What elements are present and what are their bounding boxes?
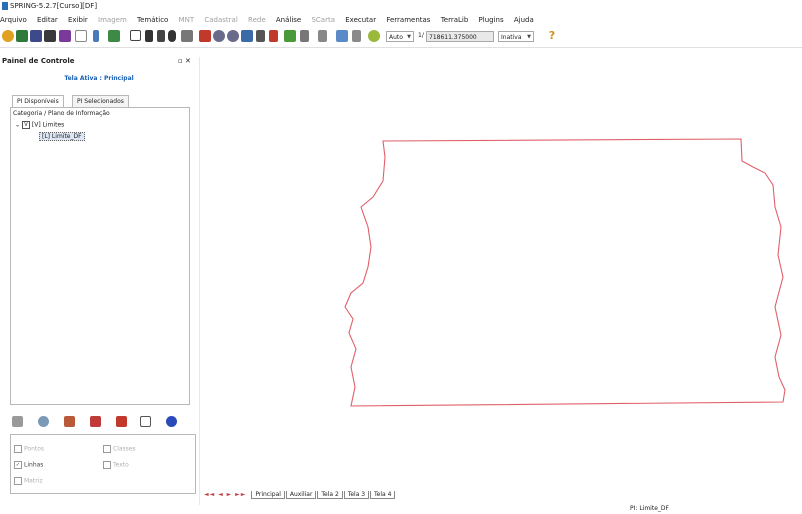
table-icon[interactable] — [140, 416, 151, 427]
chevron-down-icon: ▼ — [407, 34, 411, 40]
mode-value: Auto — [389, 34, 403, 41]
checkbox-matriz[interactable]: Matriz — [14, 477, 43, 485]
app-icon — [2, 2, 8, 10]
chevron-down-icon: ▼ — [527, 34, 531, 40]
menu-imagem[interactable]: Imagem — [98, 16, 127, 24]
active-screen-label: Tela Ativa : Principal — [64, 75, 134, 82]
info-icon[interactable] — [93, 30, 99, 42]
zoom-fit-icon[interactable] — [241, 30, 253, 42]
tab-principal[interactable]: Principal — [251, 491, 285, 499]
menu-arquivo[interactable]: Arquivo — [0, 16, 27, 24]
zoom-out-icon[interactable] — [227, 30, 239, 42]
zoom-icon[interactable] — [38, 416, 49, 427]
draw-icon[interactable] — [199, 30, 211, 42]
tab-tela-4[interactable]: Tela 4 — [370, 491, 396, 499]
check-icon[interactable] — [352, 30, 361, 42]
zoom-window-icon[interactable] — [130, 30, 141, 41]
scale-prefix: 1/ — [418, 32, 424, 39]
menu-bar: Arquivo Editar Exibir Imagem Temático MN… — [0, 13, 802, 27]
limite-df-polygon[interactable] — [344, 138, 786, 407]
screen-tabs: ◄◄ ◄ ► ►► Principal Auxiliar Tela 2 Tela… — [204, 491, 396, 499]
scale-value: 718611.375000 — [429, 34, 477, 41]
checkbox-classes[interactable]: Classes — [103, 445, 136, 453]
menu-exibir[interactable]: Exibir — [68, 16, 88, 24]
menu-tematico[interactable]: Temático — [137, 16, 168, 24]
menu-cadastral[interactable]: Cadastral — [204, 16, 237, 24]
map-svg — [344, 138, 786, 407]
panel-splitter[interactable] — [199, 57, 200, 505]
menu-ajuda[interactable]: Ajuda — [514, 16, 534, 24]
tab-nav-arrows[interactable]: ◄◄ ◄ ► ►► — [204, 491, 246, 498]
menu-terralib[interactable]: TerraLib — [441, 16, 469, 24]
zoom-in-icon[interactable] — [213, 30, 225, 42]
measure-icon[interactable] — [181, 30, 193, 42]
select-icon[interactable] — [108, 30, 120, 42]
control-panel: Painel de Controle ▫ ✕ Tela Ativa : Prin… — [0, 57, 198, 505]
sun-icon[interactable] — [368, 30, 380, 42]
projection-select[interactable]: Inativa ▼ — [498, 31, 534, 42]
edit-icon[interactable] — [59, 30, 71, 42]
tree-item-limite-df[interactable]: [L] Limite_DF — [39, 132, 85, 141]
menu-rede[interactable]: Rede — [248, 16, 266, 24]
cursor-icon[interactable] — [145, 30, 153, 42]
checkbox-texto[interactable]: Texto — [103, 461, 129, 469]
menu-executar[interactable]: Executar — [345, 16, 376, 24]
status-bar-text: PI: Limite_DF — [630, 505, 669, 512]
list-icon[interactable] — [12, 416, 23, 427]
tab-auxiliar[interactable]: Auxiliar — [285, 491, 317, 499]
panel-dock-buttons: ▫ ✕ — [178, 57, 191, 65]
edit-visual-icon[interactable] — [64, 416, 75, 427]
panel-toolbar — [10, 414, 190, 430]
zoom-dropdown-icon[interactable] — [318, 30, 327, 42]
help-icon[interactable]: ? — [546, 30, 558, 42]
project-icon[interactable] — [16, 30, 28, 42]
float-icon[interactable]: ▫ — [178, 57, 183, 65]
main-toolbar: Auto ▼ 1/ 718611.375000 Inativa ▼ ? — [0, 27, 802, 48]
tab-tela-3[interactable]: Tela 3 — [343, 491, 370, 499]
category-icon[interactable] — [30, 30, 42, 42]
collapse-icon[interactable]: ⌄ — [15, 122, 20, 129]
scale-input[interactable]: 718611.375000 — [426, 31, 494, 42]
grid-icon[interactable] — [336, 30, 348, 42]
panel-title: Painel de Controle — [2, 57, 75, 65]
node-label: [V] Limites — [31, 121, 65, 129]
pan-icon[interactable] — [157, 30, 165, 42]
window-title: SPRING-5.2.7[Curso][DF] — [10, 2, 98, 10]
menu-ferramentas[interactable]: Ferramentas — [386, 16, 430, 24]
category-tree: Categoria / Plano de Informação ⌄ V [V] … — [10, 107, 190, 405]
database-icon[interactable] — [2, 30, 14, 42]
mode-select[interactable]: Auto ▼ — [386, 31, 414, 42]
node-checkbox[interactable]: V — [21, 121, 30, 129]
checkbox-linhas[interactable]: ✓ Linhas — [14, 461, 43, 469]
layer-icon[interactable] — [44, 30, 56, 42]
tab-tela-2[interactable]: Tela 2 — [317, 491, 343, 499]
draw-pencil-icon[interactable] — [116, 416, 127, 427]
help-icon[interactable] — [166, 416, 177, 427]
tree-node-limites[interactable]: ⌄ V [V] Limites — [15, 121, 64, 129]
menu-scarta[interactable]: SCarta — [311, 16, 335, 24]
menu-mnt[interactable]: MNT — [179, 16, 195, 24]
menu-plugins[interactable]: Plugins — [479, 16, 504, 24]
chart-icon[interactable] — [90, 416, 101, 427]
tree-header: Categoria / Plano de Informação — [13, 110, 110, 117]
checkbox-pontos[interactable]: Pontos — [14, 445, 44, 453]
back-icon[interactable] — [256, 30, 265, 42]
window-title-bar: SPRING-5.2.7[Curso][DF] — [0, 0, 802, 13]
info-point-icon[interactable] — [168, 30, 176, 42]
projection-value: Inativa — [501, 34, 522, 41]
menu-analise[interactable]: Análise — [276, 16, 301, 24]
representation-box: Pontos Classes ✓ Linhas Texto Matriz — [10, 434, 196, 494]
undo-icon[interactable] — [284, 30, 296, 42]
menu-editar[interactable]: Editar — [37, 16, 58, 24]
forward-icon[interactable] — [269, 30, 278, 42]
map-canvas[interactable] — [203, 57, 802, 489]
layers-icon[interactable] — [300, 30, 309, 42]
window-icon[interactable] — [75, 30, 87, 42]
close-icon[interactable]: ✕ — [185, 57, 191, 65]
